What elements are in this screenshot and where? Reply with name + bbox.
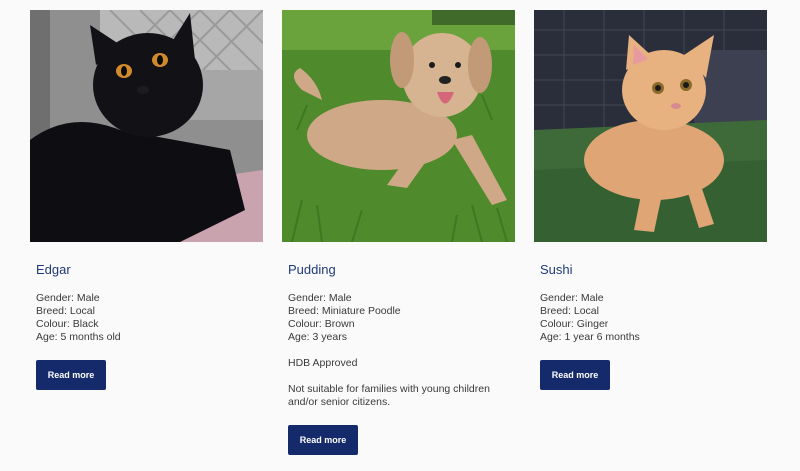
read-more-button[interactable]: Read more xyxy=(540,360,610,390)
pet-age: Age: 5 months old xyxy=(36,331,121,343)
suitability-note: Not suitable for families with young chi… xyxy=(288,383,490,408)
pet-name: Edgar xyxy=(36,262,71,277)
pet-details: Gender: Male Breed: Local Colour: Black … xyxy=(36,292,263,344)
pet-details: Gender: Male Breed: Local Colour: Ginger… xyxy=(540,292,767,344)
read-more-button[interactable]: Read more xyxy=(288,425,358,455)
poodle-on-grass-photo[interactable] xyxy=(282,10,515,242)
read-more-button[interactable]: Read more xyxy=(36,360,106,390)
pet-card-edgar: Edgar Gender: Male Breed: Local Colour: … xyxy=(30,10,263,390)
pet-details: Gender: Male Breed: Miniature Poodle Col… xyxy=(288,292,515,344)
hdb-approved-note: HDB Approved xyxy=(288,357,358,369)
pet-name: Pudding xyxy=(288,262,336,277)
pet-breed: Breed: Miniature Poodle xyxy=(288,305,401,317)
pet-breed: Breed: Local xyxy=(36,305,95,317)
pet-age: Age: 1 year 6 months xyxy=(540,331,640,343)
ginger-cat-photo[interactable] xyxy=(534,10,767,242)
pet-name: Sushi xyxy=(540,262,573,277)
pet-card-sushi: Sushi Gender: Male Breed: Local Colour: … xyxy=(534,10,767,390)
black-cat-photo[interactable] xyxy=(30,10,263,242)
pet-gender: Gender: Male xyxy=(288,292,352,304)
pet-colour: Colour: Black xyxy=(36,318,99,330)
pet-breed: Breed: Local xyxy=(540,305,599,317)
pet-age: Age: 3 years xyxy=(288,331,347,343)
pet-gender: Gender: Male xyxy=(540,292,604,304)
pet-gender: Gender: Male xyxy=(36,292,100,304)
pet-colour: Colour: Brown xyxy=(288,318,355,330)
pet-colour: Colour: Ginger xyxy=(540,318,609,330)
pet-card-pudding: Pudding Gender: Male Breed: Miniature Po… xyxy=(282,10,515,455)
